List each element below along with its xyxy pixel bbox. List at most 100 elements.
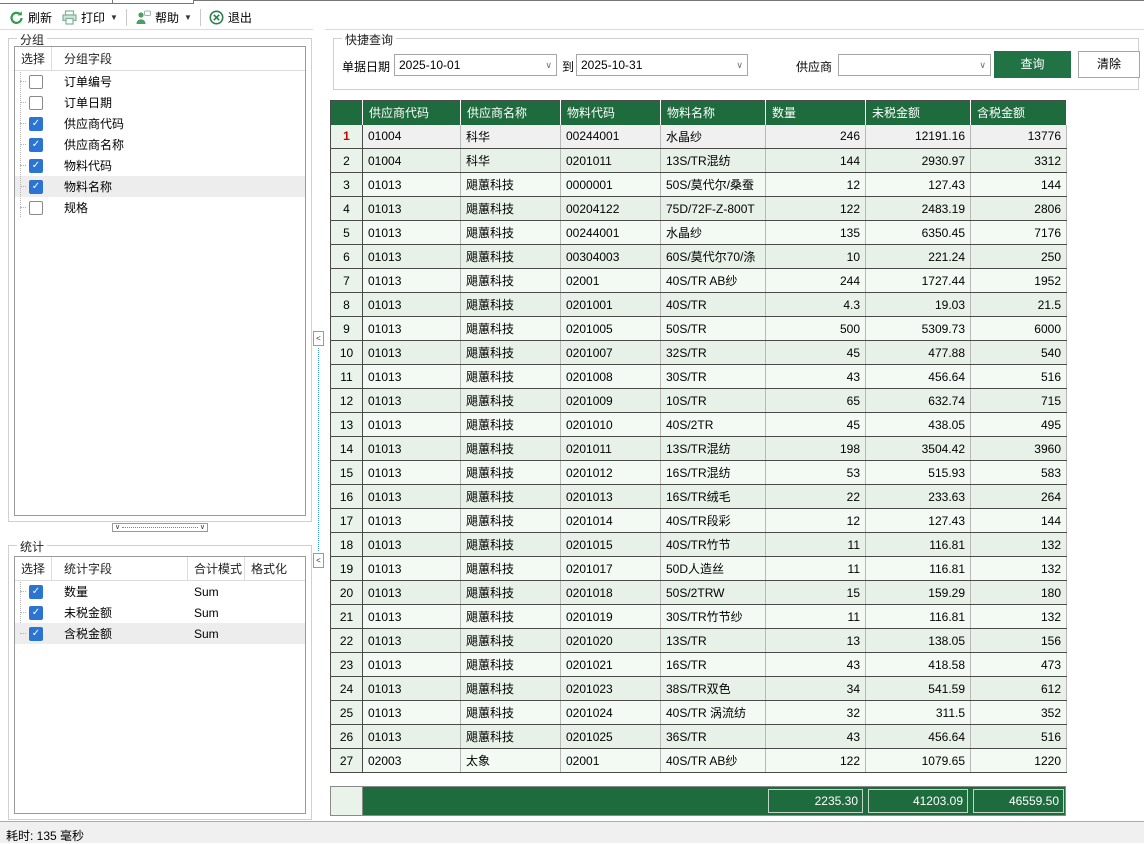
cell-taxed-amount[interactable]: 1952 <box>971 269 1067 293</box>
cell-item-code[interactable]: 00304003 <box>561 245 661 269</box>
cell-supplier-name[interactable]: 飓蕙科技 <box>461 725 561 749</box>
table-row[interactable]: 4 01013 飓蕙科技 00204122 75D/72F-Z-800T 122… <box>331 197 1067 221</box>
splitter-collapse-icon[interactable]: < <box>313 553 324 568</box>
table-row[interactable]: 25 01013 飓蕙科技 0201024 40S/TR 涡流纺 32 311.… <box>331 701 1067 725</box>
checkbox[interactable] <box>29 606 43 620</box>
cell-quantity[interactable]: 12 <box>766 509 866 533</box>
cell-item-name[interactable]: 13S/TR <box>661 629 766 653</box>
col-item-code[interactable]: 物料代码 <box>561 101 661 125</box>
group-field-row[interactable]: 订单编号 <box>15 71 305 92</box>
cell-item-name[interactable]: 50S/TR <box>661 317 766 341</box>
cell-untaxed-amount[interactable]: 418.58 <box>866 653 971 677</box>
table-row[interactable]: 16 01013 飓蕙科技 0201013 16S/TR绒毛 22 233.63… <box>331 485 1067 509</box>
table-row[interactable]: 19 01013 飓蕙科技 0201017 50D人造丝 11 116.81 1… <box>331 557 1067 581</box>
cell-item-code[interactable]: 0201020 <box>561 629 661 653</box>
horizontal-splitter[interactable]: ∨ ∨ <box>112 523 208 532</box>
cell-taxed-amount[interactable]: 516 <box>971 725 1067 749</box>
print-button[interactable]: 打印 ▼ <box>57 7 123 28</box>
cell-untaxed-amount[interactable]: 5309.73 <box>866 317 971 341</box>
cell-item-name[interactable]: 50S/莫代尔/桑蚕 <box>661 173 766 197</box>
cell-untaxed-amount[interactable]: 116.81 <box>866 533 971 557</box>
cell-supplier-name[interactable]: 飓蕙科技 <box>461 509 561 533</box>
cell-supplier-code[interactable]: 01013 <box>363 653 461 677</box>
col-quantity[interactable]: 数量 <box>766 101 866 125</box>
cell-untaxed-amount[interactable]: 477.88 <box>866 341 971 365</box>
cell-supplier-code[interactable]: 01013 <box>363 413 461 437</box>
print-dropdown-caret-icon[interactable]: ▼ <box>110 13 118 22</box>
cell-item-name[interactable]: 水晶纱 <box>661 221 766 245</box>
cell-quantity[interactable]: 135 <box>766 221 866 245</box>
cell-item-name[interactable]: 30S/TR竹节纱 <box>661 605 766 629</box>
cell-untaxed-amount[interactable]: 116.81 <box>866 557 971 581</box>
cell-item-name[interactable]: 10S/TR <box>661 389 766 413</box>
cell-untaxed-amount[interactable]: 1079.65 <box>866 749 971 773</box>
cell-taxed-amount[interactable]: 21.5 <box>971 293 1067 317</box>
cell-quantity[interactable]: 43 <box>766 365 866 389</box>
cell-quantity[interactable]: 53 <box>766 461 866 485</box>
cell-untaxed-amount[interactable]: 438.05 <box>866 413 971 437</box>
chevron-down-icon[interactable]: ∨ <box>545 60 552 71</box>
cell-untaxed-amount[interactable]: 12191.16 <box>866 125 971 149</box>
cell-item-name[interactable]: 40S/2TR <box>661 413 766 437</box>
cell-taxed-amount[interactable]: 583 <box>971 461 1067 485</box>
cell-quantity[interactable]: 32 <box>766 701 866 725</box>
table-row[interactable]: 11 01013 飓蕙科技 0201008 30S/TR 43 456.64 5… <box>331 365 1067 389</box>
cell-supplier-name[interactable]: 飓蕙科技 <box>461 365 561 389</box>
clear-button[interactable]: 清除 <box>1078 51 1140 78</box>
cell-supplier-code[interactable]: 01013 <box>363 605 461 629</box>
cell-item-code[interactable]: 0201012 <box>561 461 661 485</box>
cell-taxed-amount[interactable]: 516 <box>971 365 1067 389</box>
cell-quantity[interactable]: 13 <box>766 629 866 653</box>
cell-supplier-code[interactable]: 01013 <box>363 173 461 197</box>
cell-item-name[interactable]: 40S/TR段彩 <box>661 509 766 533</box>
cell-supplier-name[interactable]: 飓蕙科技 <box>461 317 561 341</box>
cell-supplier-code[interactable]: 01013 <box>363 437 461 461</box>
group-field-row[interactable]: 规格 <box>15 197 305 218</box>
cell-quantity[interactable]: 11 <box>766 605 866 629</box>
cell-quantity[interactable]: 10 <box>766 245 866 269</box>
date-to-combo[interactable]: 2025-10-31 ∨ <box>576 54 748 76</box>
cell-supplier-code[interactable]: 01013 <box>363 725 461 749</box>
cell-supplier-code[interactable]: 01013 <box>363 389 461 413</box>
cell-supplier-code[interactable]: 01013 <box>363 461 461 485</box>
cell-untaxed-amount[interactable]: 127.43 <box>866 509 971 533</box>
cell-supplier-code[interactable]: 01004 <box>363 125 461 149</box>
group-field-row[interactable]: 订单日期 <box>15 92 305 113</box>
cell-quantity[interactable]: 34 <box>766 677 866 701</box>
cell-item-name[interactable]: 36S/TR <box>661 725 766 749</box>
cell-taxed-amount[interactable]: 352 <box>971 701 1067 725</box>
cell-untaxed-amount[interactable]: 541.59 <box>866 677 971 701</box>
cell-supplier-name[interactable]: 飓蕙科技 <box>461 701 561 725</box>
cell-supplier-name[interactable]: 飓蕙科技 <box>461 485 561 509</box>
stats-field-row-selected[interactable]: 含税金额 Sum <box>15 623 305 644</box>
group-field-row[interactable]: 物料代码 <box>15 155 305 176</box>
cell-item-code[interactable]: 00244001 <box>561 125 661 149</box>
table-row[interactable]: 17 01013 飓蕙科技 0201014 40S/TR段彩 12 127.43… <box>331 509 1067 533</box>
cell-quantity[interactable]: 500 <box>766 317 866 341</box>
cell-item-code[interactable]: 0201024 <box>561 701 661 725</box>
cell-item-name[interactable]: 60S/莫代尔70/涤 <box>661 245 766 269</box>
cell-supplier-code[interactable]: 01013 <box>363 317 461 341</box>
cell-taxed-amount[interactable]: 540 <box>971 341 1067 365</box>
cell-supplier-code[interactable]: 01013 <box>363 269 461 293</box>
refresh-button[interactable]: 刷新 <box>4 7 57 28</box>
group-field-row[interactable]: 供应商名称 <box>15 134 305 155</box>
table-row[interactable]: 26 01013 飓蕙科技 0201025 36S/TR 43 456.64 5… <box>331 725 1067 749</box>
cell-supplier-name[interactable]: 飓蕙科技 <box>461 629 561 653</box>
chevron-down-icon[interactable]: ∨ <box>979 60 986 71</box>
cell-item-name[interactable]: 30S/TR <box>661 365 766 389</box>
cell-item-code[interactable]: 0201011 <box>561 437 661 461</box>
cell-quantity[interactable]: 45 <box>766 413 866 437</box>
cell-taxed-amount[interactable]: 715 <box>971 389 1067 413</box>
cell-item-name[interactable]: 40S/TR AB纱 <box>661 749 766 773</box>
cell-item-code[interactable]: 02001 <box>561 269 661 293</box>
cell-taxed-amount[interactable]: 132 <box>971 605 1067 629</box>
cell-item-name[interactable]: 38S/TR双色 <box>661 677 766 701</box>
cell-supplier-code[interactable]: 01013 <box>363 701 461 725</box>
group-field-row[interactable]: 供应商代码 <box>15 113 305 134</box>
checkbox[interactable] <box>29 159 43 173</box>
cell-supplier-name[interactable]: 飓蕙科技 <box>461 389 561 413</box>
cell-supplier-name[interactable]: 飓蕙科技 <box>461 173 561 197</box>
cell-item-code[interactable]: 00204122 <box>561 197 661 221</box>
col-supplier-code[interactable]: 供应商代码 <box>363 101 461 125</box>
